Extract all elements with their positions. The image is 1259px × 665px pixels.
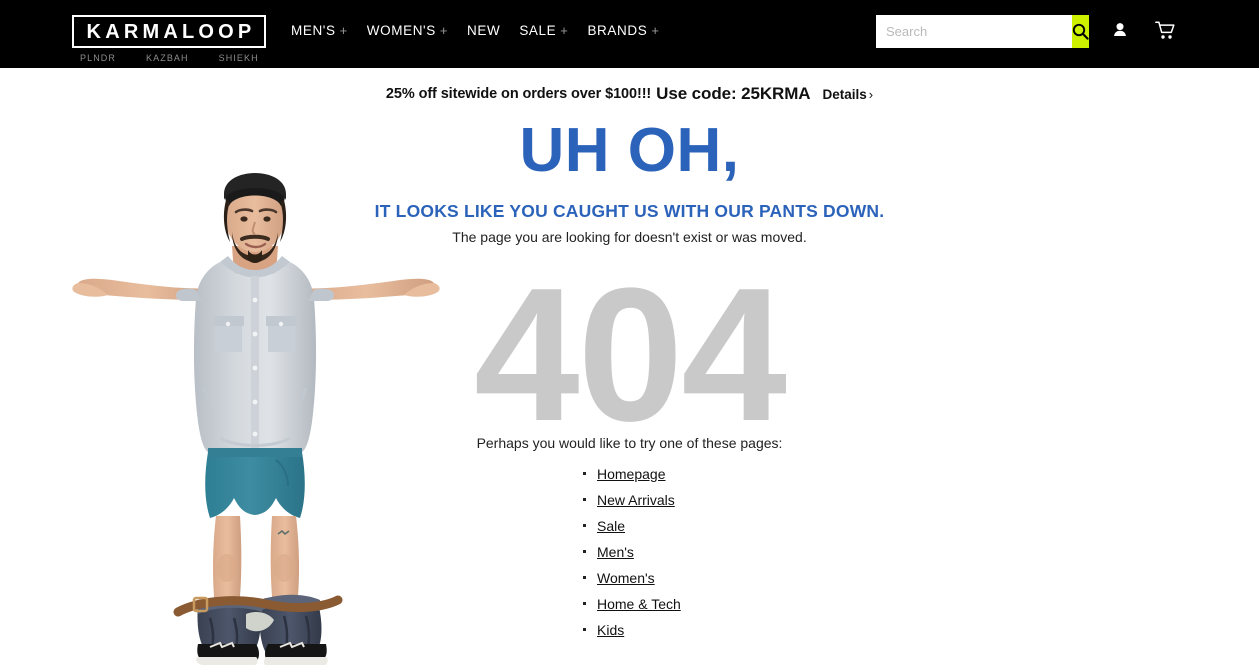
link-womens[interactable]: Women's	[597, 570, 655, 586]
page-description: The page you are looking for doesn't exi…	[452, 229, 807, 245]
site-header: KARMALOOP PLNDR KAZBAH SHIEKH MEN'S + WO…	[0, 0, 1259, 68]
subnav-item-kazbah[interactable]: KAZBAH	[146, 53, 189, 63]
link-homepage[interactable]: Homepage	[597, 466, 666, 482]
promo-code-text: Use code: 25KRMA	[656, 84, 811, 103]
karmaloop-logo[interactable]: KARMALOOP	[72, 15, 266, 48]
link-new-arrivals[interactable]: New Arrivals	[597, 492, 675, 508]
logo-text: KARMALOOP	[86, 20, 256, 43]
chevron-right-icon: ›	[868, 86, 874, 102]
list-item: Men's	[583, 539, 681, 565]
suggestion-intro: Perhaps you would like to try one of the…	[476, 435, 783, 451]
nav-item-womens[interactable]: WOMEN'S +	[367, 23, 448, 38]
list-item: Sale	[583, 513, 681, 539]
nav-item-brands[interactable]: BRANDS +	[587, 23, 659, 38]
cart-icon[interactable]	[1155, 21, 1176, 40]
page-subtitle: IT LOOKS LIKE YOU CAUGHT US WITH OUR PAN…	[374, 201, 885, 221]
promo-details-label: Details	[822, 86, 867, 102]
nav-item-mens[interactable]: MEN'S +	[291, 23, 348, 38]
link-sale[interactable]: Sale	[597, 518, 625, 534]
account-icon[interactable]	[1112, 22, 1128, 39]
nav-label-mens: MEN'S	[291, 23, 336, 38]
error-code: 404	[473, 249, 787, 461]
link-home-and-tech[interactable]: Home & Tech	[597, 596, 681, 612]
list-item: New Arrivals	[583, 487, 681, 513]
nav-label-womens: WOMEN'S	[366, 23, 436, 38]
link-mens[interactable]: Men's	[597, 544, 634, 560]
nav-label-sale: SALE	[519, 23, 557, 38]
nav-item-new[interactable]: NEW	[467, 23, 500, 38]
nav-label-new: NEW	[467, 23, 501, 38]
link-kids[interactable]: Kids	[597, 622, 624, 638]
search-button[interactable]	[1072, 15, 1089, 48]
main-navigation: MEN'S + WOMEN'S + NEW SALE + BRANDS +	[291, 23, 660, 38]
page-title: UH OH,	[519, 120, 740, 185]
search-form	[876, 15, 1089, 48]
list-item: Homepage	[583, 461, 681, 487]
subnav-item-plndr[interactable]: PLNDR	[80, 53, 116, 63]
suggested-links-list: Homepage New Arrivals Sale Men's Women's…	[583, 461, 681, 643]
plus-icon: +	[560, 23, 569, 38]
plus-icon: +	[339, 23, 348, 38]
nav-item-sale[interactable]: SALE +	[519, 23, 568, 38]
header-icon-group	[1112, 21, 1176, 40]
search-icon	[1072, 23, 1089, 40]
brand-subnav: PLNDR KAZBAH SHIEKH	[80, 53, 259, 63]
plus-icon: +	[439, 23, 449, 38]
promo-text: 25% off sitewide on orders over $100!!!	[385, 86, 652, 102]
error-page-stage: UH OH, IT LOOKS LIKE YOU CAUGHT US WITH …	[0, 120, 1259, 665]
promo-banner: 25% off sitewide on orders over $100!!! …	[0, 68, 1259, 120]
list-item: Kids	[583, 617, 681, 643]
nav-label-brands: BRANDS	[587, 23, 648, 38]
list-item: Women's	[583, 565, 681, 591]
plus-icon: +	[651, 23, 660, 38]
search-input[interactable]	[876, 15, 1072, 48]
list-item: Home & Tech	[583, 591, 681, 617]
promo-details-link[interactable]: Details ›	[822, 87, 873, 102]
subnav-item-shiekh[interactable]: SHIEKH	[219, 53, 259, 63]
